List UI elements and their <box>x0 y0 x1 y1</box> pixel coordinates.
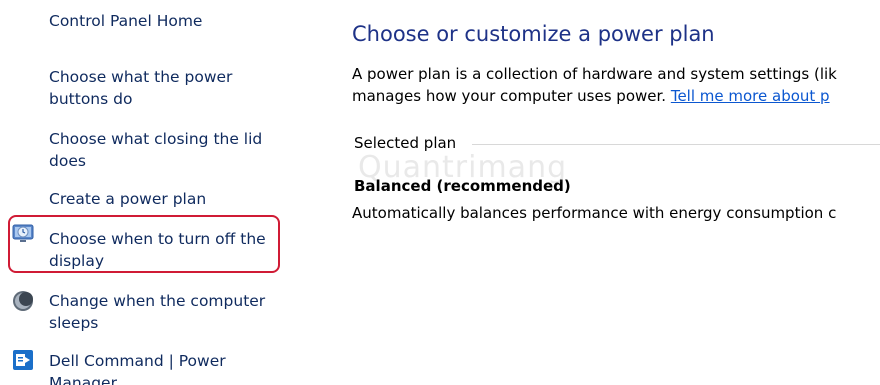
closing-lid-link[interactable]: Choose what closing the lid does <box>49 128 262 172</box>
description-line1: A power plan is a collection of hardware… <box>352 65 837 83</box>
plan-name: Balanced (recommended) <box>354 177 571 195</box>
dell-command-icon <box>13 350 33 370</box>
main-content: Choose or customize a power plan A power… <box>352 0 880 385</box>
turn-off-display-label-line1: Choose when to turn off the <box>49 230 266 248</box>
left-nav-pane: Control Panel Home Choose what the power… <box>0 0 300 385</box>
create-power-plan-link[interactable]: Create a power plan <box>49 188 206 210</box>
selected-plan-group-label: Selected plan <box>354 134 465 152</box>
dell-command-label-line2: Manager <box>49 374 117 385</box>
dell-command-link[interactable]: Dell Command | Power Manager <box>49 350 226 385</box>
control-panel-home-label: Control Panel Home <box>49 12 203 30</box>
computer-sleeps-label-line1: Change when the computer <box>49 292 266 310</box>
computer-sleeps-link[interactable]: Change when the computer sleeps <box>49 290 265 334</box>
closing-lid-label-line1: Choose what closing the lid <box>49 130 263 148</box>
turn-off-display-label-line2: display <box>49 252 105 270</box>
display-power-icon <box>12 224 34 242</box>
power-buttons-label-line2: buttons do <box>49 90 133 108</box>
page-description: A power plan is a collection of hardware… <box>352 63 837 107</box>
moon-sleep-icon <box>13 291 33 311</box>
dell-command-label-line1: Dell Command | Power <box>49 352 226 370</box>
closing-lid-label-line2: does <box>49 152 86 170</box>
description-line2-text: manages how your computer uses power. <box>352 87 671 105</box>
tell-me-more-link[interactable]: Tell me more about p <box>671 87 830 105</box>
description-line2: manages how your computer uses power. Te… <box>352 85 837 107</box>
computer-sleeps-label-line2: sleeps <box>49 314 99 332</box>
group-divider <box>472 144 880 145</box>
power-options-window: Control Panel Home Choose what the power… <box>0 0 880 385</box>
turn-off-display-link[interactable]: Choose when to turn off the display <box>49 228 266 272</box>
power-buttons-label-line1: Choose what the power <box>49 68 233 86</box>
create-power-plan-label: Create a power plan <box>49 190 207 208</box>
power-buttons-link[interactable]: Choose what the power buttons do <box>49 66 232 110</box>
page-title: Choose or customize a power plan <box>352 22 715 46</box>
control-panel-home-link[interactable]: Control Panel Home <box>49 10 202 32</box>
plan-description: Automatically balances performance with … <box>352 204 837 222</box>
